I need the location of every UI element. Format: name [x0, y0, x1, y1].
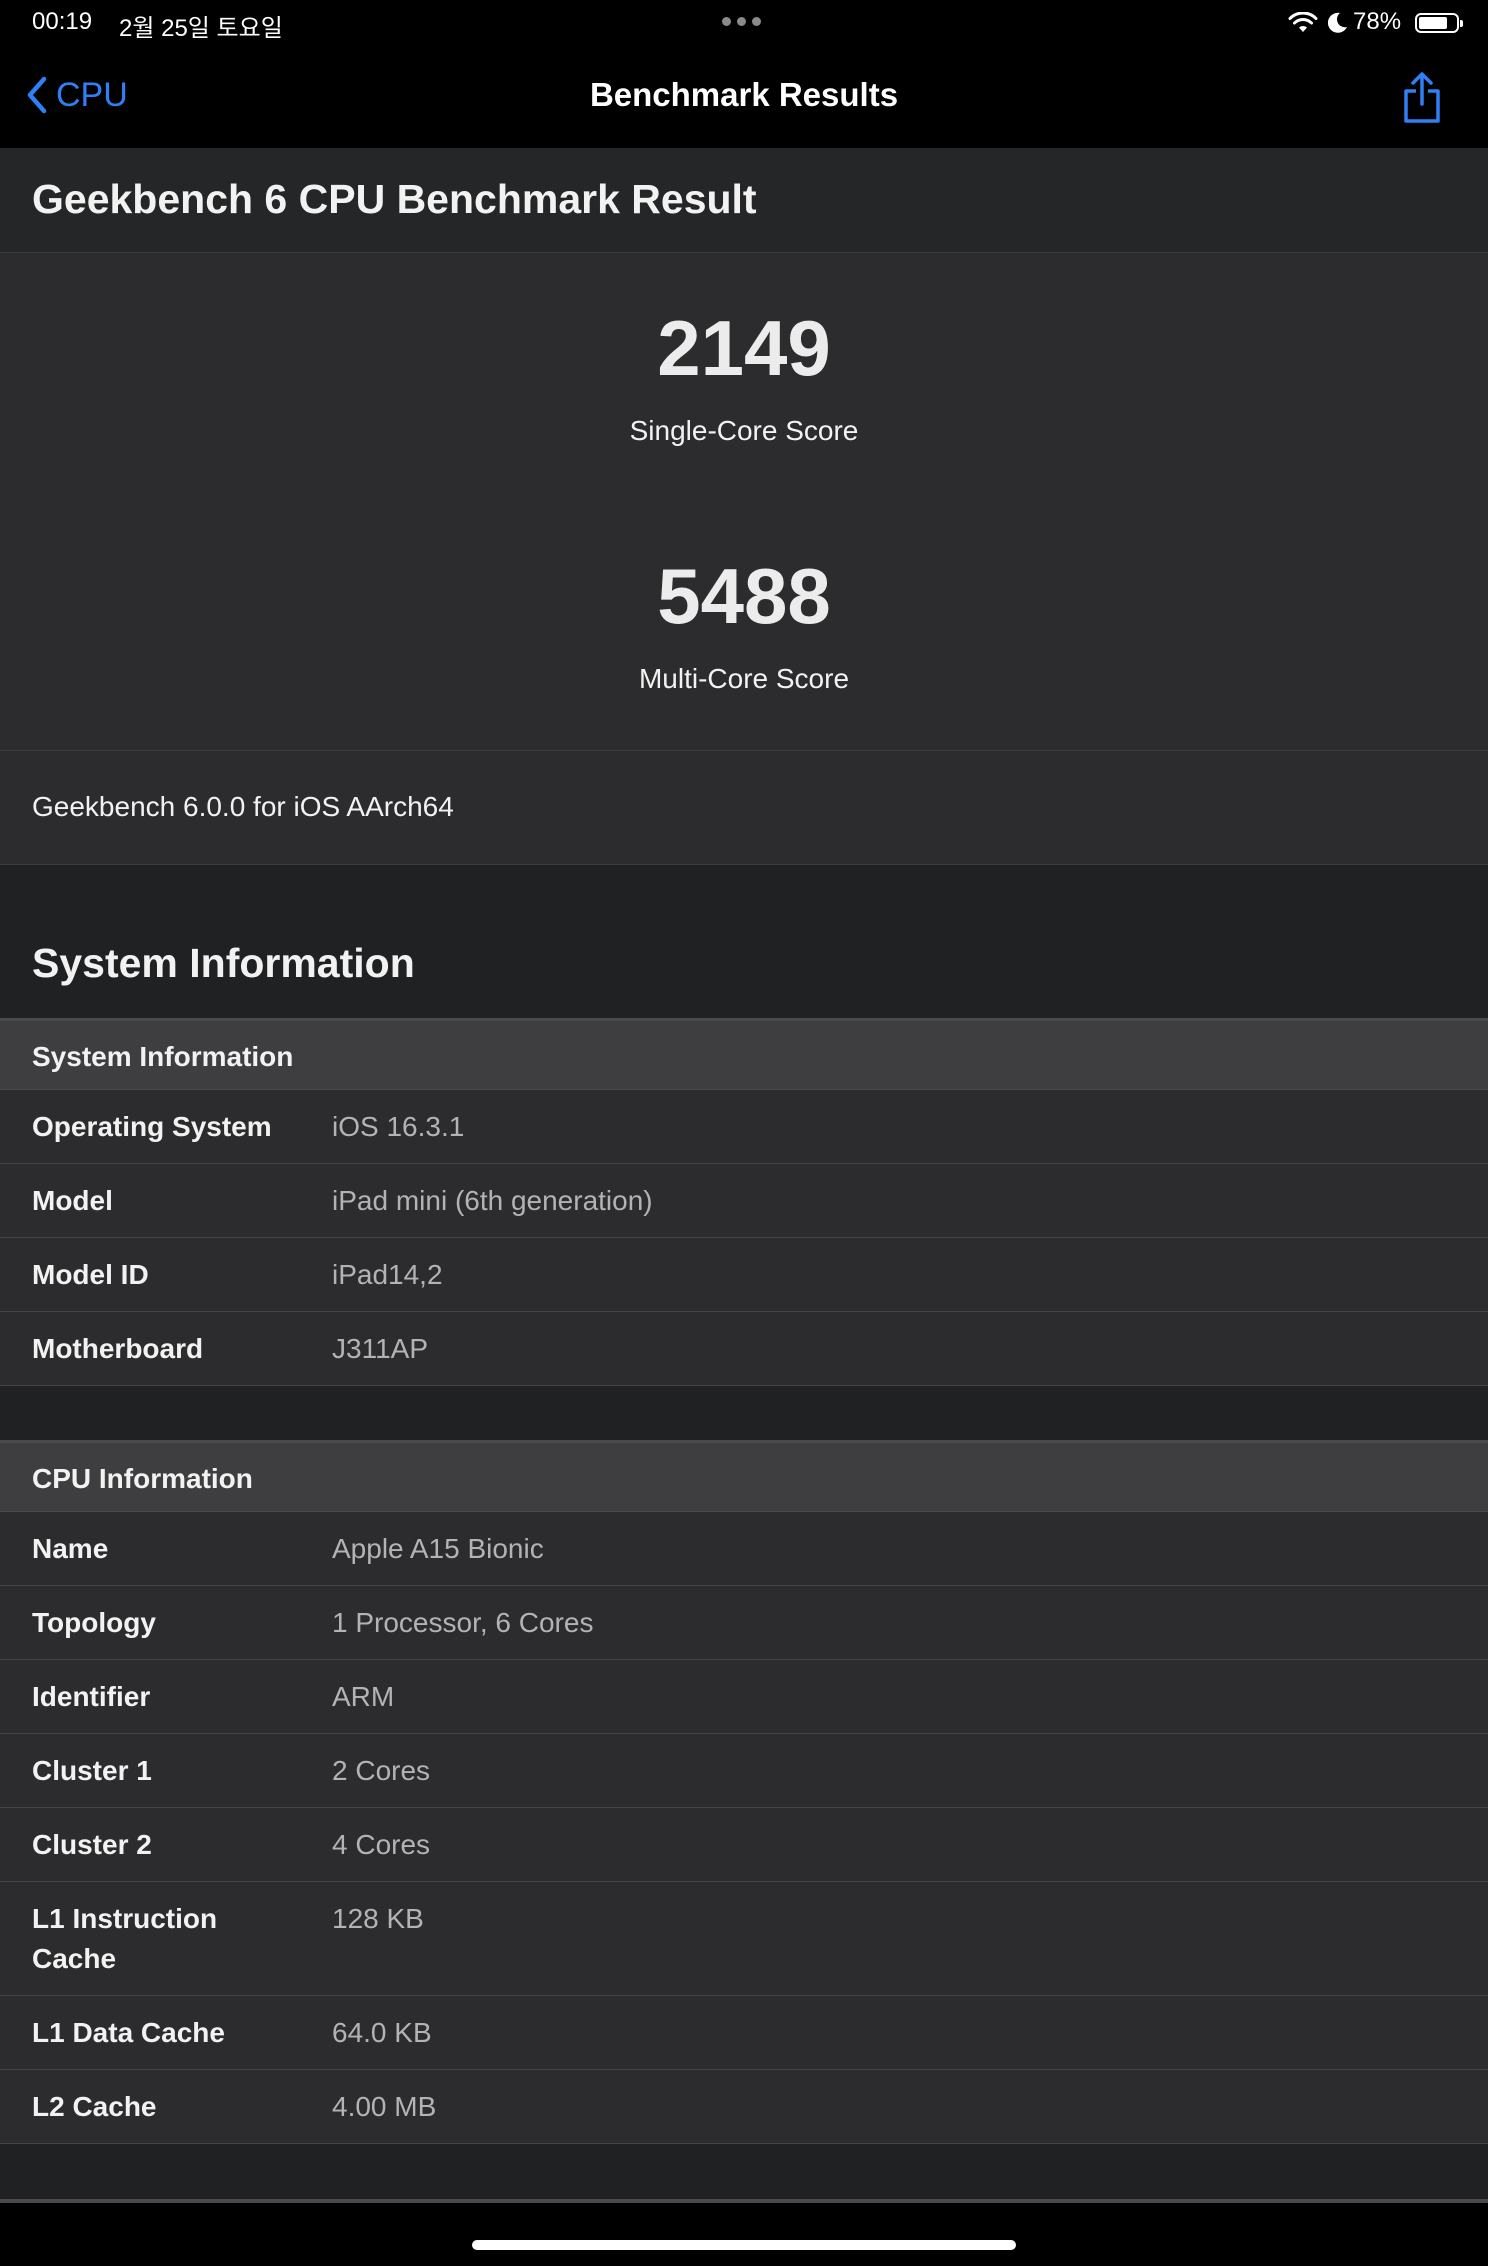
row-value: iPad14,2: [332, 1259, 443, 1290]
table-row: Motherboard J311AP: [0, 1312, 1488, 1386]
table-row: Model ID iPad14,2: [0, 1238, 1488, 1312]
table-row: L1 Data Cache 64.0 KB: [0, 1996, 1488, 2070]
status-bar: 00:19 2월 25일 토요일 78%: [0, 0, 1488, 46]
table-row: Cluster 2 4 Cores: [0, 1808, 1488, 1882]
table-row: Topology 1 Processor, 6 Cores: [0, 1586, 1488, 1660]
multi-core-score: 5488: [657, 552, 831, 640]
table-row: Model iPad mini (6th generation): [0, 1164, 1488, 1238]
row-value: iPad mini (6th generation): [332, 1185, 653, 1216]
single-core-score: 2149: [657, 304, 831, 392]
battery-fill: [1419, 17, 1447, 29]
status-date: 2월 25일 토요일: [119, 15, 283, 42]
page-title: Benchmark Results: [589, 76, 899, 113]
table-header-label: CPU Information: [32, 1463, 253, 1494]
system-info-table: System Information Operating System iOS …: [0, 1018, 1488, 1386]
row-key: Identifier: [32, 1681, 151, 1712]
table-row: L1 Instruction Cache 128 KB: [0, 1882, 1488, 1996]
row-value: Apple A15 Bionic: [332, 1533, 544, 1564]
status-time: 00:19: [32, 8, 93, 35]
table-row: Cluster 1 2 Cores: [0, 1734, 1488, 1808]
cpu-info-table: CPU Information Name Apple A15 Bionic To…: [0, 1440, 1488, 2144]
share-icon[interactable]: [1402, 72, 1442, 124]
multitasking-dots-icon[interactable]: [722, 17, 766, 27]
table-header-label: System Information: [32, 1041, 294, 1072]
row-value: ARM: [332, 1681, 395, 1712]
multi-core-label: Multi-Core Score: [638, 663, 850, 694]
row-value: 4 Cores: [332, 1829, 431, 1860]
row-key: L1 Data Cache: [32, 2017, 225, 2048]
section-title: System Information: [32, 940, 415, 986]
row-value: 1 Processor, 6 Cores: [332, 1607, 594, 1638]
row-key: Name: [32, 1533, 109, 1564]
table-row: L2 Cache 4.00 MB: [0, 2070, 1488, 2144]
row-key: Model ID: [32, 1259, 149, 1290]
row-value: J311AP: [332, 1333, 428, 1364]
scores-panel: 2149 Single-Core Score 5488 Multi-Core S…: [0, 253, 1488, 751]
row-key: Operating System: [32, 1111, 272, 1142]
moon-icon: [1328, 12, 1347, 33]
table-header: CPU Information: [0, 1440, 1488, 1512]
navigation-bar: CPU Benchmark Results: [0, 46, 1488, 148]
row-value: 2 Cores: [332, 1755, 431, 1786]
result-header-title: Geekbench 6 CPU Benchmark Result: [32, 176, 757, 222]
home-indicator[interactable]: [472, 2240, 1016, 2250]
version-text: Geekbench 6.0.0 for iOS AArch64: [32, 791, 454, 822]
row-value: iOS 16.3.1: [332, 1111, 465, 1142]
table-header: System Information: [0, 1018, 1488, 1090]
row-key: L2 Cache: [32, 2091, 157, 2122]
table-row: Name Apple A15 Bionic: [0, 1512, 1488, 1586]
result-header: Geekbench 6 CPU Benchmark Result: [0, 148, 1488, 253]
row-key: Cluster 2: [32, 1829, 152, 1860]
row-key: L1 Instruction Cache: [32, 1903, 218, 1974]
row-value: 4.00 MB: [332, 2091, 437, 2122]
home-bar-area: [0, 2203, 1488, 2266]
row-key: Cluster 1: [32, 1755, 152, 1786]
single-core-label: Single-Core Score: [629, 415, 859, 446]
row-value: 64.0 KB: [332, 2017, 432, 2048]
row-key: Model: [32, 1185, 113, 1216]
battery-percentage: 78%: [1353, 8, 1402, 35]
row-key: Motherboard: [32, 1333, 204, 1364]
battery-icon: [1415, 13, 1463, 33]
version-row: Geekbench 6.0.0 for iOS AArch64: [0, 751, 1488, 865]
row-key: Topology: [32, 1607, 156, 1638]
row-value: 128 KB: [332, 1903, 424, 1934]
table-row: Operating System iOS 16.3.1: [0, 1090, 1488, 1164]
table-row: Identifier ARM: [0, 1660, 1488, 1734]
wifi-icon: [1288, 12, 1318, 32]
